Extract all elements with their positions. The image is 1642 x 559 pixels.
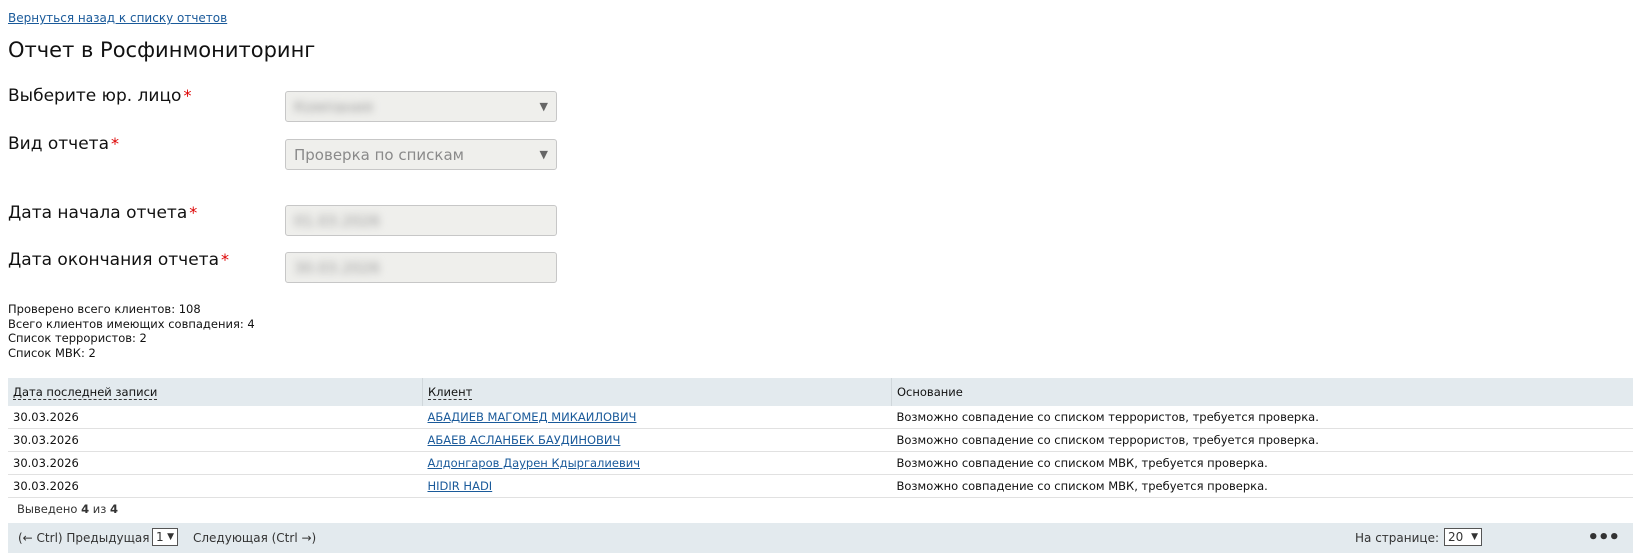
results-table: Дата последней записи Клиент Основание 3… — [8, 378, 1633, 498]
stat-checked: Проверено всего клиентов: 108 — [8, 302, 201, 316]
required-mark: * — [221, 250, 229, 269]
report-type-select-value: Проверка по спискам — [294, 145, 464, 164]
row-reason: Возможно совпадение со списком террорист… — [891, 406, 1633, 429]
pagination-bar: (← Ctrl) Предыдущая 1 ▼ Следующая (Ctrl … — [8, 523, 1633, 553]
summary-shown-count: 4 — [81, 502, 90, 516]
row-client: HIDIR HADI — [422, 474, 892, 498]
report-type-label: Вид отчета — [8, 134, 109, 154]
page-number-value: 1 — [156, 530, 164, 544]
row-date: 30.03.2026 — [8, 428, 423, 452]
summary-of: из — [92, 502, 107, 516]
summary-total-count: 4 — [109, 502, 118, 516]
required-mark: * — [189, 203, 198, 222]
stat-mvk: Список МВК: 2 — [8, 345, 96, 360]
start-date-input[interactable]: 01.03.2026 — [285, 205, 557, 236]
row-date: 30.03.2026 — [8, 474, 423, 498]
row-reason: Возможно совпадение со списком МВК, треб… — [891, 474, 1633, 498]
report-type-select[interactable]: Проверка по спискам ▼ — [285, 139, 557, 170]
row-date: 30.03.2026 — [8, 451, 423, 475]
column-header-reason: Основание — [891, 378, 1633, 406]
chevron-down-icon: ▼ — [539, 148, 548, 161]
entity-select-value: Компания — [294, 97, 373, 116]
row-client: АБАДИЕВ МАГОМЕД МИКАИЛОВИЧ — [422, 406, 892, 429]
summary-prefix: Выведено — [17, 502, 78, 516]
page-title: Отчет в Росфинмониторинг — [8, 38, 316, 62]
entity-field-label: Выберите юр. лицо * — [8, 86, 191, 106]
row-client: АБАЕВ АСЛАНБЕК БАУДИНОВИЧ — [422, 428, 892, 452]
stat-terrorists: Список террористов: 2 — [8, 331, 147, 345]
column-header-client-label[interactable]: Клиент — [428, 385, 473, 400]
table-row: 30.03.2026 АБАДИЕВ МАГОМЕД МИКАИЛОВИЧ Во… — [8, 406, 1633, 429]
client-link[interactable]: АБАЕВ АСЛАНБЕК БАУДИНОВИЧ — [428, 433, 621, 447]
column-header-reason-label: Основание — [897, 385, 963, 399]
entity-select[interactable]: Компания ▼ — [285, 91, 557, 122]
start-date-value: 01.03.2026 — [294, 211, 380, 230]
row-client: Алдонгаров Даурен Кдыргалиевич — [422, 451, 892, 475]
per-page-label: На странице: — [1355, 531, 1439, 545]
page-number-select[interactable]: 1 ▼ — [152, 528, 178, 546]
report-stats: Проверено всего клиентов: 108 Всего клие… — [8, 302, 255, 360]
start-date-field-label: Дата начала отчета * — [8, 203, 197, 223]
row-reason: Возможно совпадение со списком МВК, треб… — [891, 451, 1633, 475]
client-link[interactable]: АБАДИЕВ МАГОМЕД МИКАИЛОВИЧ — [428, 410, 637, 424]
end-date-label: Дата окончания отчета — [8, 250, 219, 270]
table-row: 30.03.2026 HIDIR HADI Возможно совпадени… — [8, 474, 1633, 498]
start-date-label: Дата начала отчета — [8, 203, 188, 223]
end-date-value: 30.03.2026 — [294, 258, 380, 277]
per-page-select[interactable]: 20 ▼ — [1444, 528, 1482, 546]
more-dots-icon[interactable]: ••• — [1587, 527, 1620, 548]
table-row: 30.03.2026 Алдонгаров Даурен Кдыргалиеви… — [8, 451, 1633, 475]
chevron-down-icon: ▼ — [1471, 532, 1478, 542]
per-page-value: 20 — [1448, 530, 1464, 544]
results-summary: Выведено 4 из 4 — [17, 502, 118, 516]
client-link[interactable]: Алдонгаров Даурен Кдыргалиевич — [428, 456, 641, 470]
prev-page-button[interactable]: (← Ctrl) Предыдущая — [18, 531, 149, 545]
row-date: 30.03.2026 — [8, 406, 423, 429]
report-type-field-label: Вид отчета * — [8, 134, 119, 154]
required-mark: * — [111, 134, 119, 153]
table-header-row: Дата последней записи Клиент Основание — [8, 378, 1633, 406]
back-to-reports-link[interactable]: Вернуться назад к списку отчетов — [8, 11, 227, 25]
end-date-input[interactable]: 30.03.2026 — [285, 252, 557, 283]
chevron-down-icon: ▼ — [167, 532, 174, 542]
row-reason: Возможно совпадение со списком террорист… — [891, 428, 1633, 452]
chevron-down-icon: ▼ — [539, 100, 548, 113]
table-row: 30.03.2026 АБАЕВ АСЛАНБЕК БАУДИНОВИЧ Воз… — [8, 428, 1633, 452]
stat-matched: Всего клиентов имеющих совпадения: 4 — [8, 316, 255, 331]
required-mark: * — [183, 86, 192, 105]
next-page-button[interactable]: Следующая (Ctrl →) — [193, 531, 316, 545]
column-header-date-label[interactable]: Дата последней записи — [13, 385, 158, 400]
column-header-date[interactable]: Дата последней записи — [8, 378, 423, 406]
column-header-client[interactable]: Клиент — [422, 378, 892, 406]
end-date-field-label: Дата окончания отчета * — [8, 250, 229, 270]
entity-label: Выберите юр. лицо — [8, 86, 182, 106]
client-link[interactable]: HIDIR HADI — [428, 479, 493, 493]
